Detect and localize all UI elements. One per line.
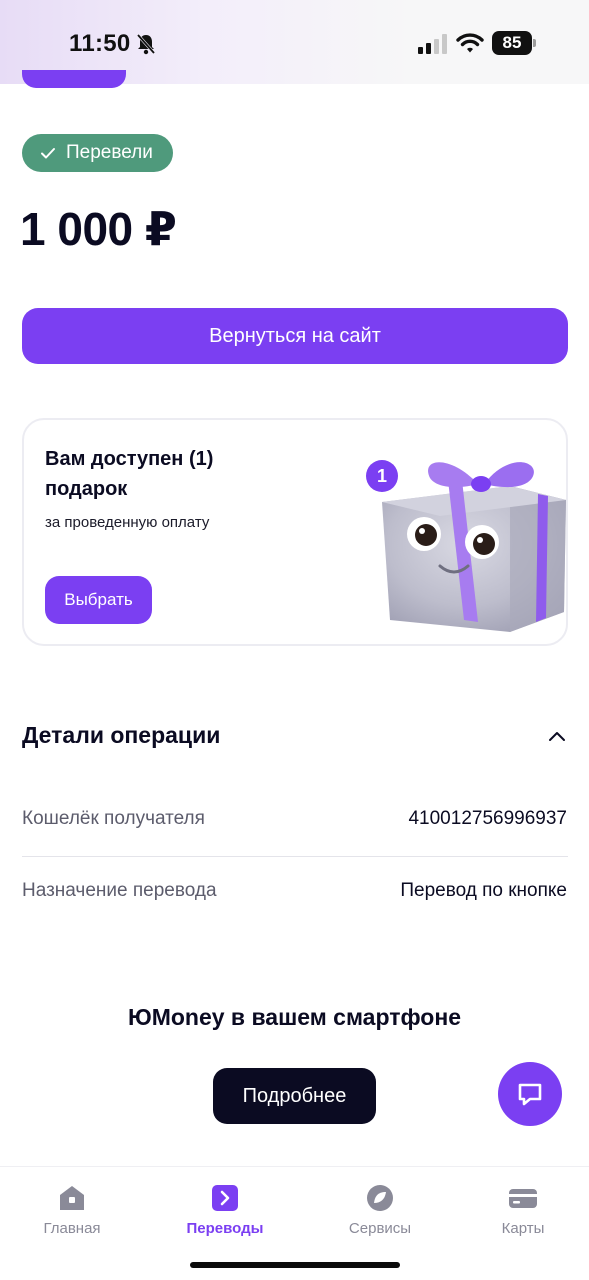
battery-indicator: 85: [492, 31, 536, 55]
tab-transfers-label: Переводы: [186, 1220, 264, 1237]
chevron-up-icon[interactable]: [547, 728, 567, 744]
transfers-icon: [212, 1185, 238, 1211]
chat-icon: [518, 1083, 542, 1106]
operation-details-title: Детали операции: [22, 722, 221, 748]
recipient-wallet-label: Кошелёк получателя: [22, 808, 205, 829]
status-time: 11:50: [69, 30, 131, 57]
row-divider: [22, 856, 568, 857]
choose-gift-button[interactable]: Выбрать: [45, 576, 152, 624]
transfer-purpose-label: Назначение перевода: [22, 880, 217, 901]
card-icon: [509, 1189, 537, 1208]
tab-transfers[interactable]: Переводы: [165, 1183, 285, 1243]
gift-count-badge: 1: [366, 460, 398, 492]
battery-percent: 85: [502, 33, 522, 52]
tab-cards-label: Карты: [501, 1220, 545, 1237]
transfer-amount: 1 000 ₽: [20, 203, 177, 255]
more-info-button[interactable]: Подробнее: [213, 1068, 376, 1124]
chat-button[interactable]: [498, 1062, 562, 1126]
tab-home[interactable]: Главная: [12, 1183, 132, 1243]
recipient-wallet-value: 410012756996937: [408, 808, 567, 829]
return-to-site-button[interactable]: Вернуться на сайт: [22, 308, 568, 364]
services-icon: [367, 1185, 393, 1211]
checkmark-icon: [41, 148, 55, 159]
gift-title: Вам доступен (1) подарок: [45, 448, 214, 500]
app-promo-title: ЮMoney в вашем смартфоне: [127, 1004, 462, 1030]
muted-bell-icon: [136, 34, 156, 55]
wifi-icon: [456, 33, 484, 53]
home-indicator: [190, 1262, 400, 1268]
scrolled-button-edge: [22, 70, 126, 88]
tab-cards[interactable]: Карты: [463, 1183, 583, 1243]
cellular-signal-icon: [418, 34, 447, 54]
tab-services-label: Сервисы: [348, 1220, 412, 1237]
gift-card: Вам доступен (1) подарок за проведенную …: [22, 418, 568, 646]
tab-services[interactable]: Сервисы: [320, 1183, 440, 1243]
transfer-purpose-value: Перевод по кнопке: [400, 880, 567, 901]
tab-home-label: Главная: [43, 1220, 101, 1237]
gift-subtitle: за проведенную оплату: [45, 514, 210, 531]
home-icon: [60, 1186, 84, 1210]
status-badge: Перевели: [22, 134, 173, 172]
status-label: Перевели: [66, 142, 153, 163]
